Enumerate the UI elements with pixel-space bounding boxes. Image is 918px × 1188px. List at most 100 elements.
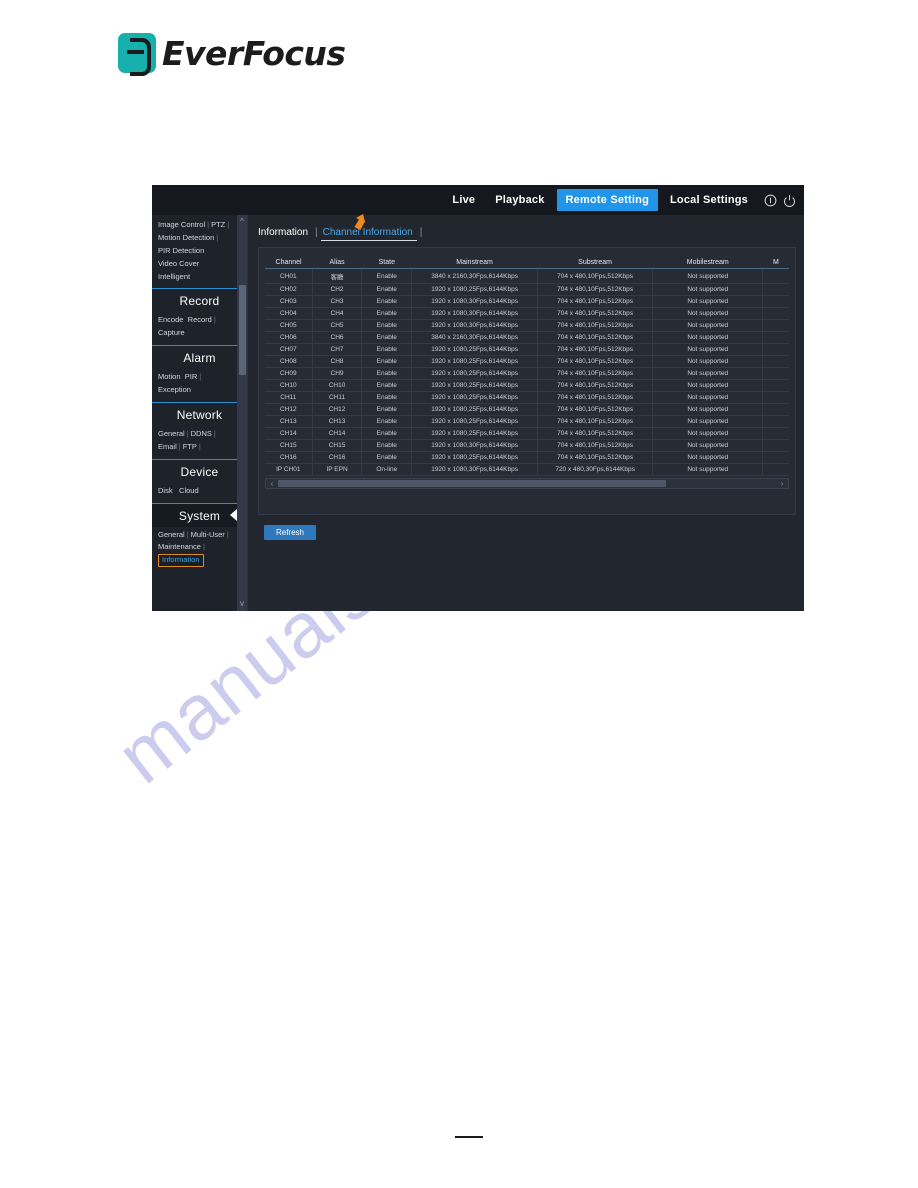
cell-mainstream: 1920 x 1080,25Fps,6144Kbps — [411, 343, 538, 356]
sidebar-section-system[interactable]: System — [152, 502, 247, 527]
sidebar-item-motion[interactable]: Motion — [158, 372, 181, 383]
sidebar-item-video-cover[interactable]: Video Cover — [158, 259, 199, 270]
sidebar-item-multi-user[interactable]: Multi-User — [191, 530, 225, 541]
sidebar-item-cloud[interactable]: Cloud — [179, 486, 199, 497]
table-row[interactable]: CH02 CH2 Enable 1920 x 1080,25Fps,6144Kbps 7… — [265, 283, 789, 296]
th-alias: Alias — [312, 256, 362, 269]
table-row[interactable]: CH15 CH15 Enable 1920 x 1080,30Fps,6144Kbps… — [265, 439, 789, 452]
sidebar-item-intelligent[interactable]: Intelligent — [158, 272, 190, 283]
sidebar-section-device[interactable]: Device — [152, 458, 247, 483]
cell-mainstream: 1920 x 1080,30Fps,6144Kbps — [411, 439, 538, 452]
table-row[interactable]: CH14 CH14 Enable 1920 x 1080,25Fps,6144Kbps… — [265, 427, 789, 440]
sidebar-item-pir[interactable]: PIR — [185, 372, 198, 383]
sidebar-item-email[interactable]: Email — [158, 442, 177, 453]
sidebar-item-record[interactable]: Record — [188, 315, 212, 326]
channel-information-panel: Channel Alias State Mainstream Substream… — [258, 247, 796, 515]
sidebar-item-information[interactable]: Information — [158, 554, 204, 568]
sidebar-item-maintenance[interactable]: Maintenance — [158, 542, 201, 553]
sidebar-scrollbar-thumb[interactable] — [239, 285, 246, 375]
sidebar-item-system-general[interactable]: General — [158, 530, 185, 541]
table-row[interactable]: CH03 CH3 Enable 1920 x 1080,30Fps,6144Kbps 7… — [265, 295, 789, 308]
sidebar-item-ftp[interactable]: FTP — [183, 442, 197, 453]
sidebar-section-title-record: Record — [179, 294, 220, 309]
cell-alias: CH4 — [312, 307, 363, 320]
cell-substream: 704 x 480,10Fps,512Kbps — [537, 343, 654, 356]
table-row[interactable]: IP CH01 IP EPN On-line 1920 x 1080,30Fps,61… — [265, 463, 789, 476]
sidebar-item-network-general[interactable]: General — [158, 429, 185, 440]
cell-truncated — [762, 367, 789, 380]
cell-channel: CH16 — [265, 451, 313, 464]
sidebar-item-encode[interactable]: Encode — [158, 315, 183, 326]
cell-state: Enable — [361, 403, 413, 416]
cell-alias: IP EPN — [312, 463, 363, 476]
table-row[interactable]: CH13 CH13 Enable 1920 x 1080,25Fps,6144Kbps… — [265, 415, 789, 428]
sidebar-item-ptz[interactable]: PTZ — [211, 220, 225, 231]
scrollbar-track[interactable] — [278, 480, 776, 487]
device-web-ui: Live Playback Remote Setting Local Setti… — [152, 185, 804, 611]
table-row[interactable]: CH11 CH11 Enable 1920 x 1080,25Fps,6144Kbps… — [265, 391, 789, 404]
cell-substream: 704 x 480,10Fps,512Kbps — [537, 415, 654, 428]
table-row[interactable]: CH07 CH7 Enable 1920 x 1080,25Fps,6144Kbps 7… — [265, 343, 789, 356]
sidebar-item-motion-detection[interactable]: Motion Detection — [158, 233, 214, 244]
sidebar-row-general-ddns: General | DDNS | — [158, 428, 242, 440]
sidebar-scrollbar[interactable]: ^ v — [237, 215, 247, 611]
cell-mainstream: 1920 x 1080,25Fps,6144Kbps — [411, 367, 538, 380]
menu-separator: | — [227, 220, 230, 229]
scroll-down-arrow-icon[interactable]: v — [238, 599, 246, 609]
tab-information[interactable]: Information — [256, 227, 312, 241]
sidebar-section-alarm[interactable]: Alarm — [152, 345, 247, 369]
table-row[interactable]: CH05 CH5 Enable 1920 x 1080,30Fps,6144Kbps 7… — [265, 319, 789, 332]
table-row[interactable]: CH08 CH8 Enable 1920 x 1080,25Fps,6144Kbps 7… — [265, 355, 789, 368]
sidebar-section-record[interactable]: Record — [152, 288, 247, 312]
nav-playback[interactable]: Playback — [487, 190, 552, 210]
nav-live[interactable]: Live — [444, 190, 483, 210]
cell-mainstream: 1920 x 1080,25Fps,6144Kbps — [411, 451, 538, 464]
cell-mobilestream: Not supported — [652, 451, 764, 464]
sidebar-item-image-control[interactable]: Image Control — [158, 220, 205, 231]
cell-state: Enable — [361, 343, 413, 356]
tab-separator: | — [315, 227, 318, 238]
cell-state: Enable — [361, 295, 413, 308]
sidebar-row-email-ftp: Email | FTP | — [158, 441, 242, 453]
sidebar-section-title-device: Device — [180, 464, 219, 479]
sidebar-item-pir-detection[interactable]: PIR Detection — [158, 246, 204, 257]
sidebar-item-ddns[interactable]: DDNS — [191, 429, 212, 440]
scroll-left-arrow-icon[interactable]: ‹ — [266, 479, 278, 488]
tab-separator: | — [419, 227, 423, 238]
nav-local-settings[interactable]: Local Settings — [662, 190, 756, 210]
table-row[interactable]: CH09 CH9 Enable 1920 x 1080,25Fps,6144Kbps 7… — [265, 367, 789, 380]
nav-remote-setting[interactable]: Remote Setting — [556, 189, 659, 211]
sidebar-item-disk[interactable]: Disk — [158, 486, 173, 497]
scroll-up-arrow-icon[interactable]: ^ — [238, 217, 246, 227]
table-row[interactable]: CH16 CH16 Enable 1920 x 1080,25Fps,6144Kbps… — [265, 451, 789, 464]
page-root: manualshive.com EverFocus Live Playback … — [0, 0, 918, 1188]
cell-mainstream: 1920 x 1080,30Fps,6144Kbps — [411, 295, 538, 308]
sidebar-section-network[interactable]: Network — [152, 401, 247, 426]
cell-truncated — [762, 307, 789, 320]
table-row[interactable]: CH12 CH12 Enable 1920 x 1080,25Fps,6144Kbps… — [265, 403, 789, 416]
tab-channel-information[interactable]: Channel Information — [320, 227, 417, 241]
cell-mobilestream: Not supported — [652, 427, 764, 440]
table-row[interactable]: CH06 CH6 Enable 3840 x 2160,30Fps,6144Kbps 7… — [265, 331, 789, 344]
scrollbar-thumb[interactable] — [278, 480, 667, 487]
sidebar-row-maintenance: Maintenance | — [158, 541, 242, 553]
table-horizontal-scrollbar[interactable]: ‹ › — [265, 478, 789, 489]
cell-channel: CH04 — [265, 307, 313, 320]
scroll-right-arrow-icon[interactable]: › — [776, 479, 788, 488]
cell-alias: CH10 — [312, 379, 363, 392]
table-row[interactable]: CH10 CH10 Enable 1920 x 1080,25Fps,6144Kbps… — [265, 379, 789, 392]
sidebar-section-title-system: System — [178, 508, 221, 523]
cell-alias: CH9 — [312, 367, 363, 380]
table-row[interactable]: CH04 CH4 Enable 1920 x 1080,30Fps,6144Kbps 7… — [265, 307, 789, 320]
sidebar-item-exception[interactable]: Exception — [158, 385, 191, 396]
table-row[interactable]: CH01 客廳 Enable 3840 x 2160,30Fps,6144Kbps 70… — [265, 268, 789, 284]
sidebar-row-disk-cloud: Disk Cloud — [158, 485, 242, 497]
sidebar-item-capture[interactable]: Capture — [158, 328, 185, 339]
power-icon[interactable] — [783, 194, 796, 207]
th-truncated: M — [762, 256, 789, 269]
info-icon[interactable] — [764, 194, 777, 207]
cell-substream: 704 x 480,10Fps,512Kbps — [537, 295, 654, 308]
cell-state: Enable — [361, 391, 413, 404]
cell-alias: CH13 — [312, 415, 363, 428]
refresh-button[interactable]: Refresh — [264, 525, 316, 540]
